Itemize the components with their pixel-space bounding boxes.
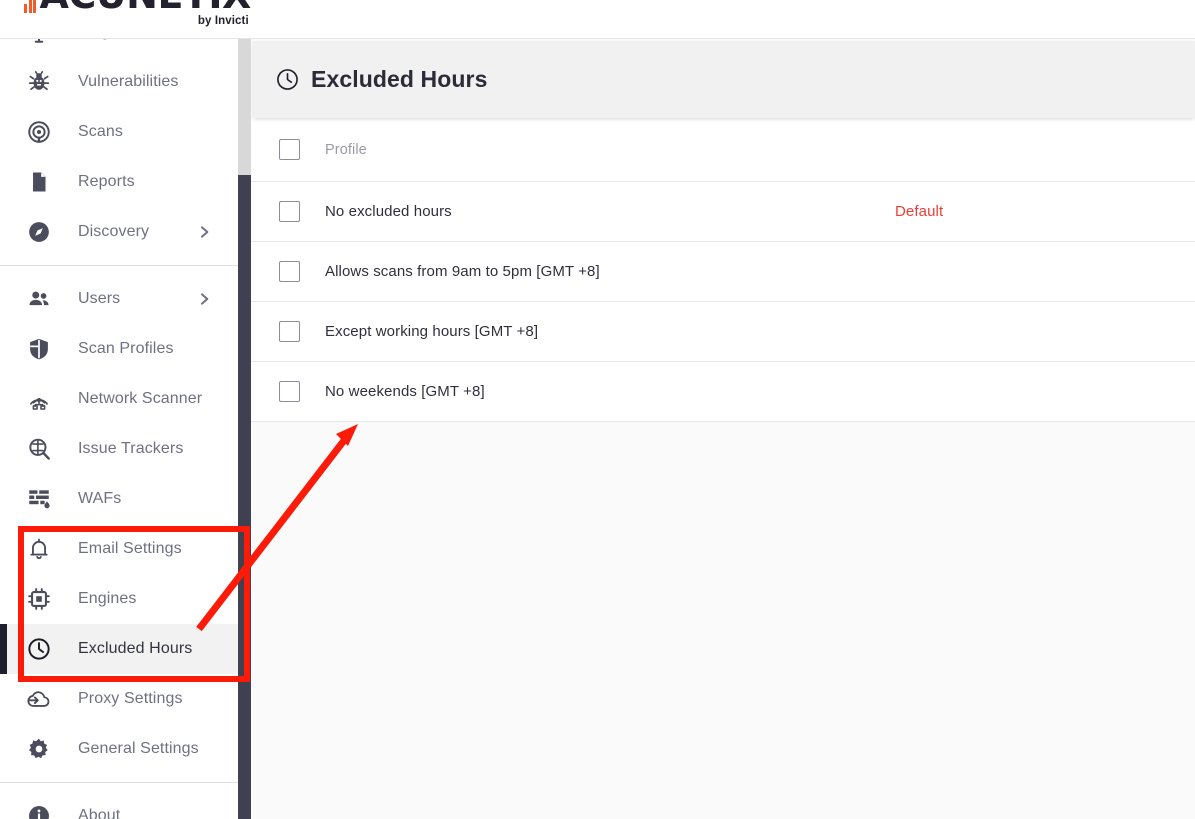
sidebar-item-label: About [78,807,121,819]
cell-default-badge: Default [895,203,944,220]
sidebar-item-label: Scan Profiles [78,340,174,357]
table-header-row: Profile [251,118,1195,182]
sidebar-item-label: WAFs [78,490,122,507]
sidebar-item-network-scanner[interactable]: Network Scanner [0,374,238,424]
sidebar-item-scan-profiles[interactable]: Scan Profiles [0,324,238,374]
row-checkbox[interactable] [279,381,300,402]
sidebar-scroll-area: Targets Vulnerabilities Scans Reports Discov… [0,39,238,819]
sidebar-item-vulnerabilities[interactable]: Vulnerabilities [0,57,238,107]
table-row[interactable]: Except working hours [GMT +8] [251,302,1195,362]
logo-mark: ACUNETIX [24,0,252,14]
sidebar-item-label: Proxy Settings [78,690,183,707]
table-empty-space [251,422,1195,819]
shield-icon [0,336,78,362]
network-scanner-icon [0,386,78,412]
sidebar-item-excluded-hours[interactable]: Excluded Hours [0,624,238,674]
row-checkbox[interactable] [279,201,300,222]
sidebar-item-about[interactable]: About [0,791,238,819]
sidebar-item-engines[interactable]: Engines [0,574,238,624]
sidebar-nav-list: Targets Vulnerabilities Scans Reports Discov… [0,39,238,819]
sidebar-item-reports[interactable]: Reports [0,157,238,207]
sidebar: Targets Vulnerabilities Scans Reports Discov… [0,0,251,819]
sidebar-item-label: General Settings [78,740,199,757]
sidebar-divider [0,782,238,783]
sidebar-item-discovery[interactable]: Discovery [0,207,238,257]
sidebar-scrollbar-thumb[interactable] [238,175,251,819]
info-icon [0,803,78,819]
brand-logo-bar: ACUNETIX by Invicti [0,0,1195,39]
gear-icon [0,736,78,762]
chevron-right-icon[interactable] [196,291,212,307]
document-icon [0,169,78,195]
column-header-profile: Profile [325,141,367,158]
compass-icon [0,219,78,245]
sidebar-item-label: Targets [78,39,131,41]
sidebar-item-scans[interactable]: Scans [0,107,238,157]
target-icon [0,39,78,45]
table-row[interactable]: No excluded hours Default [251,182,1195,242]
table-row[interactable]: Allows scans from 9am to 5pm [GMT +8] [251,242,1195,302]
page-title: Excluded Hours [311,66,488,92]
cell-profile-name: Except working hours [GMT +8] [325,323,539,340]
logo-subtitle: by Invicti [197,14,249,27]
users-icon [0,286,78,312]
select-all-checkbox[interactable] [279,139,300,160]
logo-tick-icon [24,3,27,13]
sidebar-item-label: Discovery [78,223,150,240]
logo-tick-icon [33,0,36,13]
waf-icon [0,486,78,512]
bell-icon [0,536,78,562]
app-root: ACUNETIX by Invicti Targets Vulnerabiliti… [0,0,1195,819]
row-checkbox[interactable] [279,261,300,282]
cell-profile-name: Allows scans from 9am to 5pm [GMT +8] [325,263,600,280]
chevron-right-icon[interactable] [196,39,212,40]
chip-icon [0,586,78,612]
page-header: Excluded Hours [253,41,1195,118]
logo-wordmark: ACUNETIX [40,0,252,14]
sidebar-item-label: Users [78,290,121,307]
acunetix-logo[interactable]: ACUNETIX by Invicti [24,0,251,27]
sidebar-divider [0,265,238,266]
row-checkbox[interactable] [279,321,300,342]
cell-profile-name: No weekends [GMT +8] [325,383,485,400]
table-body: No excluded hours Default Allows scans fro… [251,182,1195,422]
main-content: Excluded Hours Profile No excluded hours… [251,39,1195,819]
clock-icon [0,636,78,662]
sidebar-item-label: Email Settings [78,540,182,557]
chevron-right-icon[interactable] [196,224,212,240]
bug-icon [0,69,78,95]
sidebar-item-label: Engines [78,590,137,607]
excluded-hours-table: Profile No excluded hours Default Allows s… [251,118,1195,819]
sidebar-item-wafs[interactable]: WAFs [0,474,238,524]
radar-icon [0,119,78,145]
sidebar-item-label: Reports [78,173,135,190]
table-row[interactable]: No weekends [GMT +8] [251,362,1195,422]
logo-tick-icon [28,0,32,13]
sidebar-item-users[interactable]: Users [0,274,238,324]
sidebar-item-targets[interactable]: Targets [0,39,238,57]
issue-tracker-icon [0,436,78,462]
sidebar-item-label: Excluded Hours [78,640,193,657]
cell-profile-name: No excluded hours [325,203,452,220]
sidebar-item-issue-trackers[interactable]: Issue Trackers [0,424,238,474]
sidebar-item-proxy-settings[interactable]: Proxy Settings [0,674,238,724]
sidebar-item-label: Vulnerabilities [78,73,179,90]
sidebar-item-general-settings[interactable]: General Settings [0,724,238,774]
sidebar-item-label: Network Scanner [78,390,203,407]
proxy-cloud-icon [0,686,78,712]
sidebar-item-label: Scans [78,123,123,140]
clock-icon [275,67,300,92]
sidebar-item-label: Issue Trackers [78,440,184,457]
sidebar-item-email-settings[interactable]: Email Settings [0,524,238,574]
